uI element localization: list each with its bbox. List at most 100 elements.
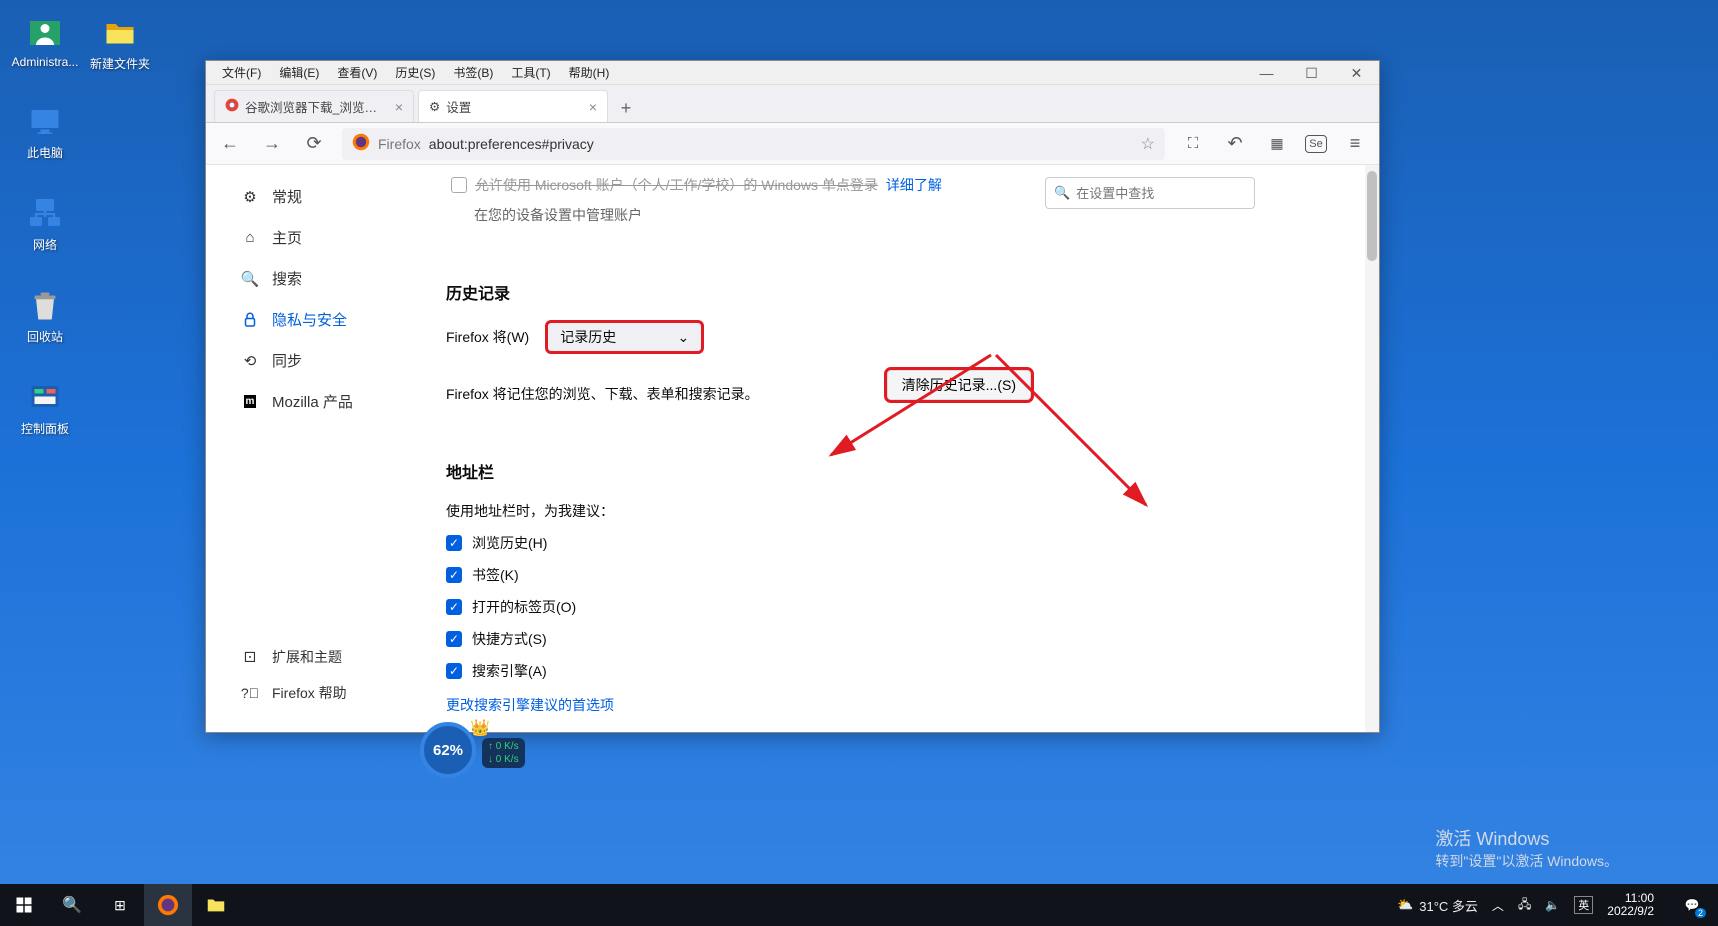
- sync-icon: ⟲: [240, 351, 260, 371]
- settings-search-input[interactable]: [1076, 186, 1252, 201]
- forward-button[interactable]: →: [258, 130, 286, 158]
- apps-icon[interactable]: ▦: [1263, 130, 1291, 158]
- tray-weather[interactable]: ⛅ 31°C 多云: [1397, 896, 1478, 915]
- new-tab-button[interactable]: +: [612, 94, 640, 122]
- sidebar-item-extensions[interactable]: ⚀ 扩展和主题: [216, 640, 401, 674]
- weather-icon: ⛅: [1397, 897, 1413, 913]
- check-bookmarks[interactable]: ✓书签(K): [446, 565, 1330, 585]
- start-button[interactable]: [0, 884, 48, 926]
- crop-icon[interactable]: ⛶: [1179, 130, 1207, 158]
- tab-label: 设置: [446, 97, 583, 116]
- chevron-down-icon: ⌄: [677, 329, 689, 346]
- crown-icon: 👑: [470, 718, 490, 738]
- tab-settings[interactable]: ⚙ 设置 ×: [418, 90, 608, 122]
- menu-file[interactable]: 文件(F): [214, 62, 269, 83]
- sidebar-item-label: 主页: [272, 227, 302, 248]
- back-button[interactable]: ←: [216, 130, 244, 158]
- tray-notifications[interactable]: 💬 2: [1672, 884, 1712, 926]
- network-icon: [27, 196, 63, 232]
- tab-label: 谷歌浏览器下载_浏览器官网入口: [245, 97, 389, 116]
- person-icon: [27, 15, 63, 51]
- se-icon[interactable]: Se: [1305, 135, 1327, 153]
- system-tray: ⛅ 31°C 多云 ︿ 🖧 🔈 英 11:00 2022/9/2 💬 2: [1397, 884, 1718, 926]
- minimize-button[interactable]: —: [1244, 61, 1289, 85]
- clear-history-button[interactable]: 清除历史记录...(S): [887, 370, 1031, 400]
- settings-main-pane[interactable]: 🔍 允许使用 Microsoft 账户（个人/工作/学校）的 Windows 单…: [411, 165, 1365, 732]
- menu-help[interactable]: 帮助(H): [561, 62, 618, 83]
- history-mode-select[interactable]: 记录历史 ⌄: [547, 322, 702, 352]
- check-label: 打开的标签页(O): [472, 597, 576, 617]
- sidebar-item-privacy[interactable]: 隐私与安全: [216, 300, 401, 339]
- tray-ime[interactable]: 英: [1574, 896, 1593, 914]
- sidebar-item-search[interactable]: 🔍 搜索: [216, 259, 401, 298]
- menubar: 文件(F) 编辑(E) 查看(V) 历史(S) 书签(B) 工具(T) 帮助(H…: [206, 61, 1379, 85]
- sidebar-item-help[interactable]: ?⃝ Firefox 帮助: [216, 676, 401, 710]
- folder-icon: [102, 15, 138, 51]
- taskbar-explorer[interactable]: [192, 884, 240, 926]
- settings-search-box[interactable]: 🔍: [1045, 177, 1255, 209]
- desktop-icon-administrator[interactable]: Administra...: [10, 15, 80, 69]
- bookmark-star-icon[interactable]: ☆: [1141, 134, 1155, 154]
- gear-icon: ⚙: [240, 187, 260, 207]
- url-bar[interactable]: Firefox about:preferences#privacy ☆: [342, 128, 1165, 160]
- desktop-icon-recycle-bin[interactable]: 回收站: [10, 288, 80, 345]
- tray-network-icon[interactable]: 🖧: [1518, 895, 1531, 916]
- undo-icon[interactable]: ↶: [1221, 130, 1249, 158]
- tray-volume-icon[interactable]: 🔈: [1545, 898, 1560, 912]
- desktop-icon-new-folder[interactable]: 新建文件夹: [85, 15, 155, 72]
- change-search-suggestions-link[interactable]: 更改搜索引擎建议的首选项: [446, 695, 1330, 715]
- search-icon: 🔍: [1054, 185, 1070, 201]
- checked-icon: ✓: [446, 663, 462, 679]
- tray-chevron-icon[interactable]: ︿: [1492, 897, 1504, 914]
- tab-chrome-download[interactable]: 谷歌浏览器下载_浏览器官网入口 ×: [214, 90, 414, 122]
- tray-clock[interactable]: 11:00 2022/9/2: [1607, 892, 1658, 918]
- check-label: 搜索引擎(A): [472, 661, 547, 681]
- watermark-title: 激活 Windows: [1435, 825, 1618, 851]
- history-description: Firefox 将记住您的浏览、下载、表单和搜索记录。: [446, 384, 759, 404]
- monitor-icon: [27, 104, 63, 140]
- toolbar-right: ⛶ ↶ ▦ Se ≡: [1179, 130, 1369, 158]
- upload-rate: ↑ 0 K/s: [488, 741, 519, 752]
- reload-button[interactable]: ⟳: [300, 130, 328, 158]
- trash-icon: [27, 288, 63, 324]
- check-browsing-history[interactable]: ✓浏览历史(H): [446, 533, 1330, 553]
- check-shortcuts[interactable]: ✓快捷方式(S): [446, 629, 1330, 649]
- menu-tools[interactable]: 工具(T): [503, 62, 558, 83]
- hamburger-menu-icon[interactable]: ≡: [1341, 130, 1369, 158]
- maximize-button[interactable]: ☐: [1289, 61, 1334, 85]
- speed-rates: ↑ 0 K/s ↓ 0 K/s: [482, 738, 525, 768]
- sidebar-item-home[interactable]: ⌂ 主页: [216, 218, 401, 257]
- puzzle-icon: ⚀: [240, 647, 260, 667]
- menu-history[interactable]: 历史(S): [387, 62, 443, 83]
- checkbox-icon[interactable]: [451, 177, 467, 193]
- search-button[interactable]: 🔍: [48, 884, 96, 926]
- tab-close-icon[interactable]: ×: [395, 99, 403, 115]
- watermark-subtitle: 转到"设置"以激活 Windows。: [1435, 851, 1618, 871]
- activate-windows-watermark: 激活 Windows 转到"设置"以激活 Windows。: [1435, 825, 1618, 871]
- history-section-title: 历史记录: [446, 280, 1330, 304]
- scrollbar[interactable]: [1365, 165, 1379, 732]
- select-value: 记录历史: [560, 327, 616, 347]
- clock-date: 2022/9/2: [1607, 905, 1654, 918]
- tab-close-icon[interactable]: ×: [589, 99, 597, 115]
- task-view-button[interactable]: ⊞: [96, 884, 144, 926]
- menu-view[interactable]: 查看(V): [329, 62, 385, 83]
- sidebar-item-mozilla[interactable]: m Mozilla 产品: [216, 382, 401, 421]
- sidebar-item-general[interactable]: ⚙ 常规: [216, 177, 401, 216]
- learn-more-link[interactable]: 详细了解: [886, 175, 942, 195]
- chrome-icon: [225, 98, 239, 115]
- check-search-engines[interactable]: ✓ 搜索引擎(A): [446, 661, 1330, 681]
- sidebar-item-sync[interactable]: ⟲ 同步: [216, 341, 401, 380]
- menu-edit[interactable]: 编辑(E): [271, 62, 327, 83]
- desktop-icon-control-panel[interactable]: 控制面板: [10, 380, 80, 437]
- taskbar-firefox[interactable]: [144, 884, 192, 926]
- firefox-will-label: Firefox 将(W): [446, 327, 529, 347]
- desktop-icon-network[interactable]: 网络: [10, 196, 80, 253]
- close-button[interactable]: ✕: [1334, 61, 1379, 85]
- desktop-icon-this-pc[interactable]: 此电脑: [10, 104, 80, 161]
- checked-icon: ✓: [446, 535, 462, 551]
- desktop-icons-column-2: 新建文件夹: [85, 15, 155, 72]
- url-brand: Firefox: [378, 136, 421, 152]
- menu-bookmarks[interactable]: 书签(B): [445, 62, 501, 83]
- check-open-tabs[interactable]: ✓打开的标签页(O): [446, 597, 1330, 617]
